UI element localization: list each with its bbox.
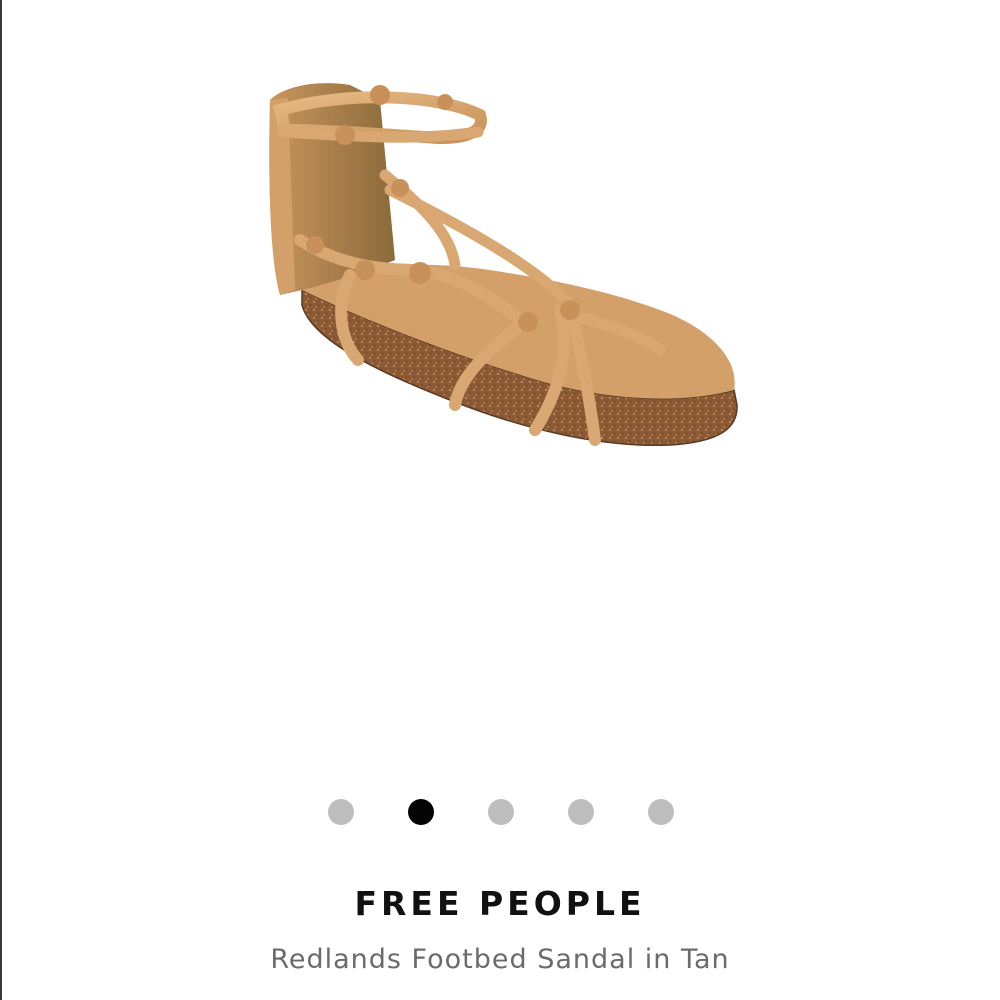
carousel-dot-2-active[interactable] [408,799,434,825]
sandal-icon [269,83,738,447]
product-image[interactable] [240,60,760,480]
product-title: Redlands Footbed Sandal in Tan [270,944,730,975]
brand-name[interactable]: FREE PEOPLE [0,884,1000,923]
carousel-dot-3[interactable] [488,799,514,825]
left-border [0,0,2,1000]
carousel-dot-4[interactable] [568,799,594,825]
image-carousel-indicator [0,797,1000,827]
carousel-dot-5[interactable] [648,799,674,825]
carousel-dot-1[interactable] [328,799,354,825]
